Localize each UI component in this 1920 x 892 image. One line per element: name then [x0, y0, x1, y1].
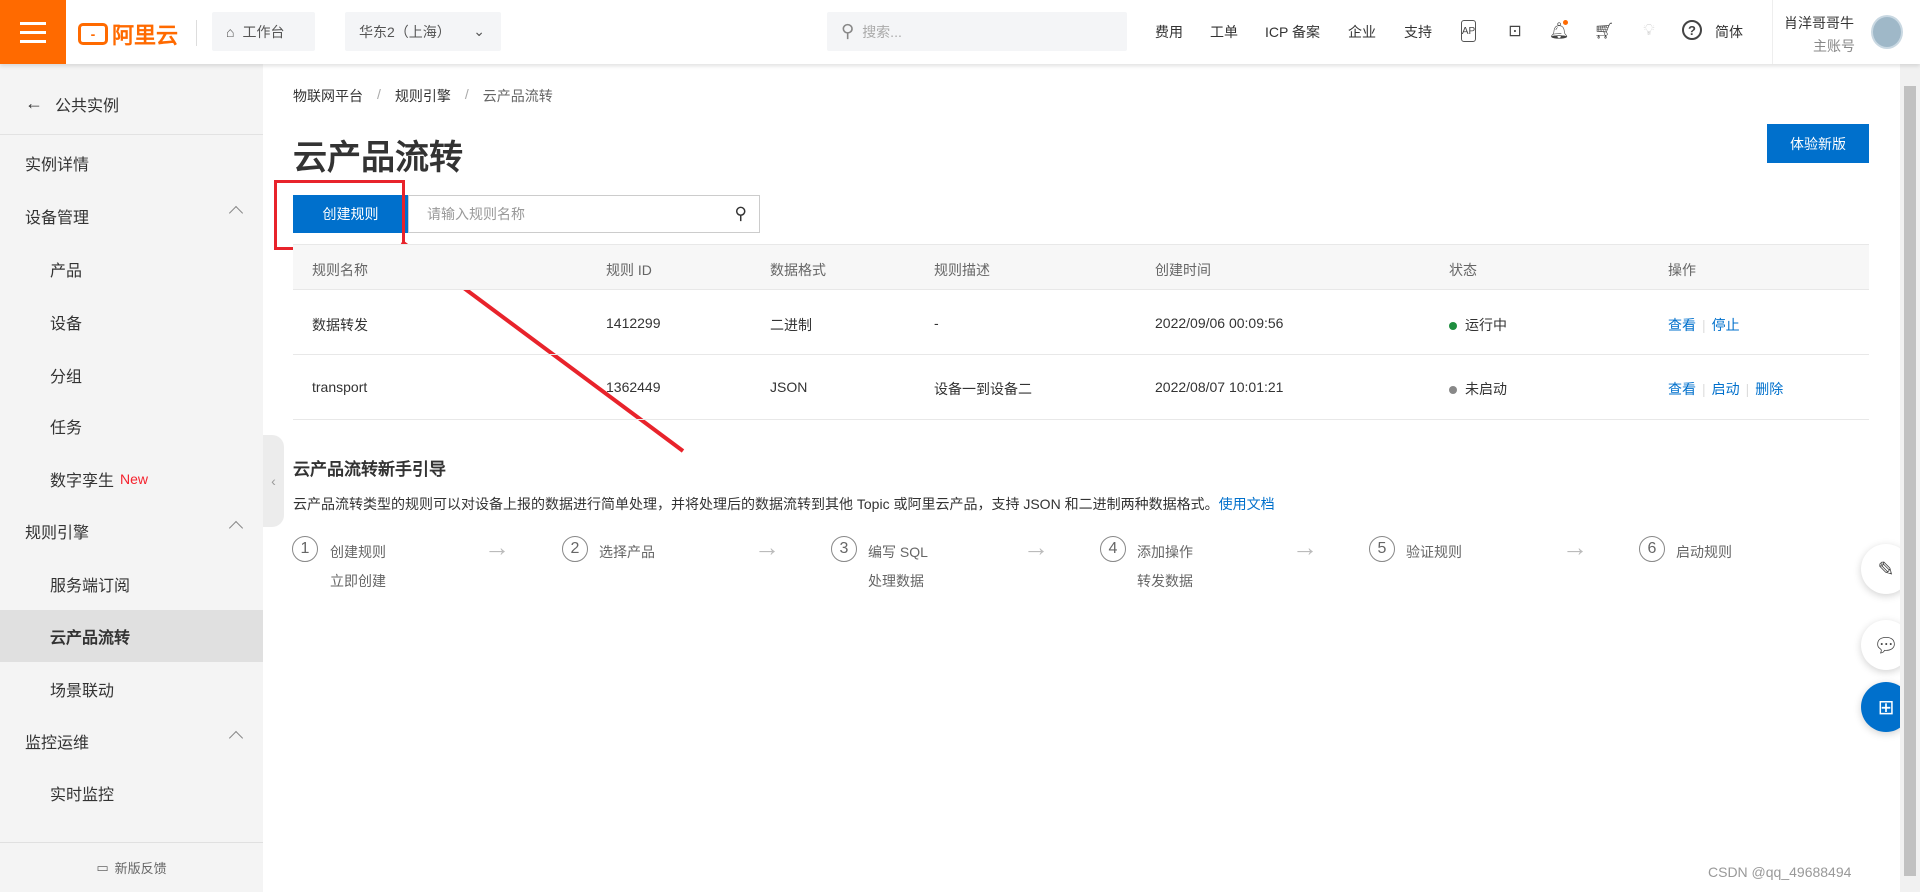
aliyun-logo[interactable]: - 阿里云	[78, 18, 178, 50]
create-now-link[interactable]: 立即创建	[330, 571, 386, 591]
arrow-right-icon: →	[1562, 532, 1588, 562]
cell-status: 运行中	[1449, 315, 1507, 335]
cell-description: -	[934, 315, 939, 331]
divider	[1772, 0, 1773, 64]
view-link[interactable]: 查看	[1668, 317, 1696, 333]
cell-id: 1362449	[606, 379, 661, 395]
scrollbar[interactable]	[1900, 64, 1920, 892]
step-label: 选择产品	[599, 544, 655, 560]
docs-link[interactable]: 使用文档	[1219, 496, 1275, 512]
workbench-button[interactable]: ⌂ 工作台	[212, 12, 315, 51]
link-icp[interactable]: ICP 备案	[1265, 22, 1320, 42]
table-row	[293, 355, 1869, 420]
step-label: 添加操作	[1137, 544, 1193, 560]
search-placeholder: 搜索...	[862, 23, 902, 40]
annotation-arrow	[400, 240, 685, 453]
user-role: 主账号	[1813, 38, 1855, 54]
status-dot	[1449, 322, 1457, 330]
column-header-name: 规则名称	[312, 262, 368, 278]
user-name[interactable]: 肖洋哥哥牛	[1784, 13, 1854, 33]
column-header-format: 数据格式	[770, 262, 826, 278]
step-label: 验证规则	[1406, 544, 1462, 560]
column-header-created: 创建时间	[1155, 262, 1211, 278]
help-icon[interactable]: ?	[1682, 20, 1702, 40]
table-row	[293, 290, 1869, 355]
step-number: 2	[562, 536, 588, 562]
cell-actions: 查看 | 启动 | 删除	[1668, 381, 1784, 397]
column-header-actions: 操作	[1668, 262, 1696, 278]
terminal-icon[interactable]: ⊡	[1504, 20, 1526, 42]
step-number: 1	[292, 536, 318, 562]
pencil-icon: ✎	[1877, 558, 1895, 581]
column-header-id: 规则 ID	[606, 262, 652, 278]
language-switch[interactable]: 简体	[1715, 22, 1743, 42]
guide-description-text: 云产品流转类型的规则可以对设备上报的数据进行简单处理，并将处理后的数据流转到其他…	[293, 496, 1219, 512]
view-link[interactable]: 查看	[1668, 381, 1696, 397]
cell-name: transport	[312, 379, 368, 395]
top-bar: - 阿里云 ⌂ 工作台 华东2（上海） ⌄ ⚲ 搜索... 费用 工单 ICP 备案 企…	[0, 0, 1920, 64]
avatar[interactable]	[1871, 15, 1903, 49]
step-number: 5	[1369, 536, 1395, 562]
menu-button[interactable]	[0, 0, 66, 64]
cell-format: JSON	[770, 379, 808, 395]
cart-icon[interactable]: 🛒︎	[1593, 20, 1615, 42]
search-icon: ⚲	[841, 21, 855, 41]
step-number: 4	[1100, 536, 1126, 562]
scrollbar-thumb[interactable]	[1904, 86, 1916, 876]
cell-created: 2022/09/06 00:09:56	[1155, 315, 1284, 331]
status-dot	[1449, 386, 1457, 394]
status-label: 运行中	[1465, 317, 1507, 333]
lightbulb-icon[interactable]: 💡︎	[1638, 20, 1660, 42]
step-number: 6	[1639, 536, 1665, 562]
logo-text: 阿里云	[112, 23, 179, 48]
step-sublabel: 转发数据	[1137, 573, 1193, 589]
guide-title: 云产品流转新手引导	[293, 460, 446, 479]
apps-grid-icon: ⊞	[1877, 696, 1895, 719]
cell-format: 二进制	[770, 317, 812, 333]
arrow-right-icon: →	[754, 532, 780, 562]
region-label: 华东2（上海）	[359, 23, 451, 40]
cell-id: 1412299	[606, 315, 661, 331]
arrow-right-icon: →	[484, 532, 510, 562]
arrow-right-icon: →	[1292, 532, 1318, 562]
status-label: 未启动	[1465, 381, 1507, 397]
chat-icon: 💬︎	[1873, 634, 1899, 657]
arrow-right-icon: →	[1023, 532, 1049, 562]
watermark: CSDN @qq_49688494	[1708, 864, 1852, 880]
search-input[interactable]: ⚲ 搜索...	[827, 12, 1127, 51]
cell-actions: 查看 | 停止	[1668, 317, 1740, 333]
link-enterprise[interactable]: 企业	[1348, 22, 1376, 42]
cell-status: 未启动	[1449, 379, 1507, 399]
chevron-down-icon: ⌄	[473, 23, 485, 39]
delete-link[interactable]: 删除	[1755, 381, 1783, 397]
cell-created: 2022/08/07 10:01:21	[1155, 379, 1284, 395]
column-header-status: 状态	[1449, 262, 1477, 278]
guide-description: 云产品流转类型的规则可以对设备上报的数据进行简单处理，并将处理后的数据流转到其他…	[293, 494, 1275, 514]
bell-icon[interactable]: 🔔︎	[1548, 20, 1570, 42]
cell-description: 设备一到设备二	[934, 381, 1032, 397]
link-billing[interactable]: 费用	[1155, 22, 1183, 42]
step-sublabel: 处理数据	[868, 573, 924, 589]
divider	[196, 20, 197, 46]
table-header	[293, 244, 1869, 290]
step-label: 编写 SQL	[868, 544, 928, 560]
home-icon: ⌂	[226, 23, 235, 40]
region-select[interactable]: 华东2（上海） ⌄	[345, 12, 501, 51]
step-label: 创建规则	[330, 544, 386, 560]
step-number: 3	[831, 536, 857, 562]
link-tickets[interactable]: 工单	[1210, 22, 1238, 42]
column-header-description: 规则描述	[934, 262, 990, 278]
workbench-label: 工作台	[242, 23, 285, 40]
start-link[interactable]: 启动	[1712, 381, 1740, 397]
app-icon[interactable]: AP	[1461, 20, 1476, 42]
link-support[interactable]: 支持	[1404, 22, 1432, 42]
step-label: 启动规则	[1676, 544, 1732, 560]
cell-name: 数据转发	[312, 317, 368, 333]
stop-link[interactable]: 停止	[1712, 317, 1740, 333]
